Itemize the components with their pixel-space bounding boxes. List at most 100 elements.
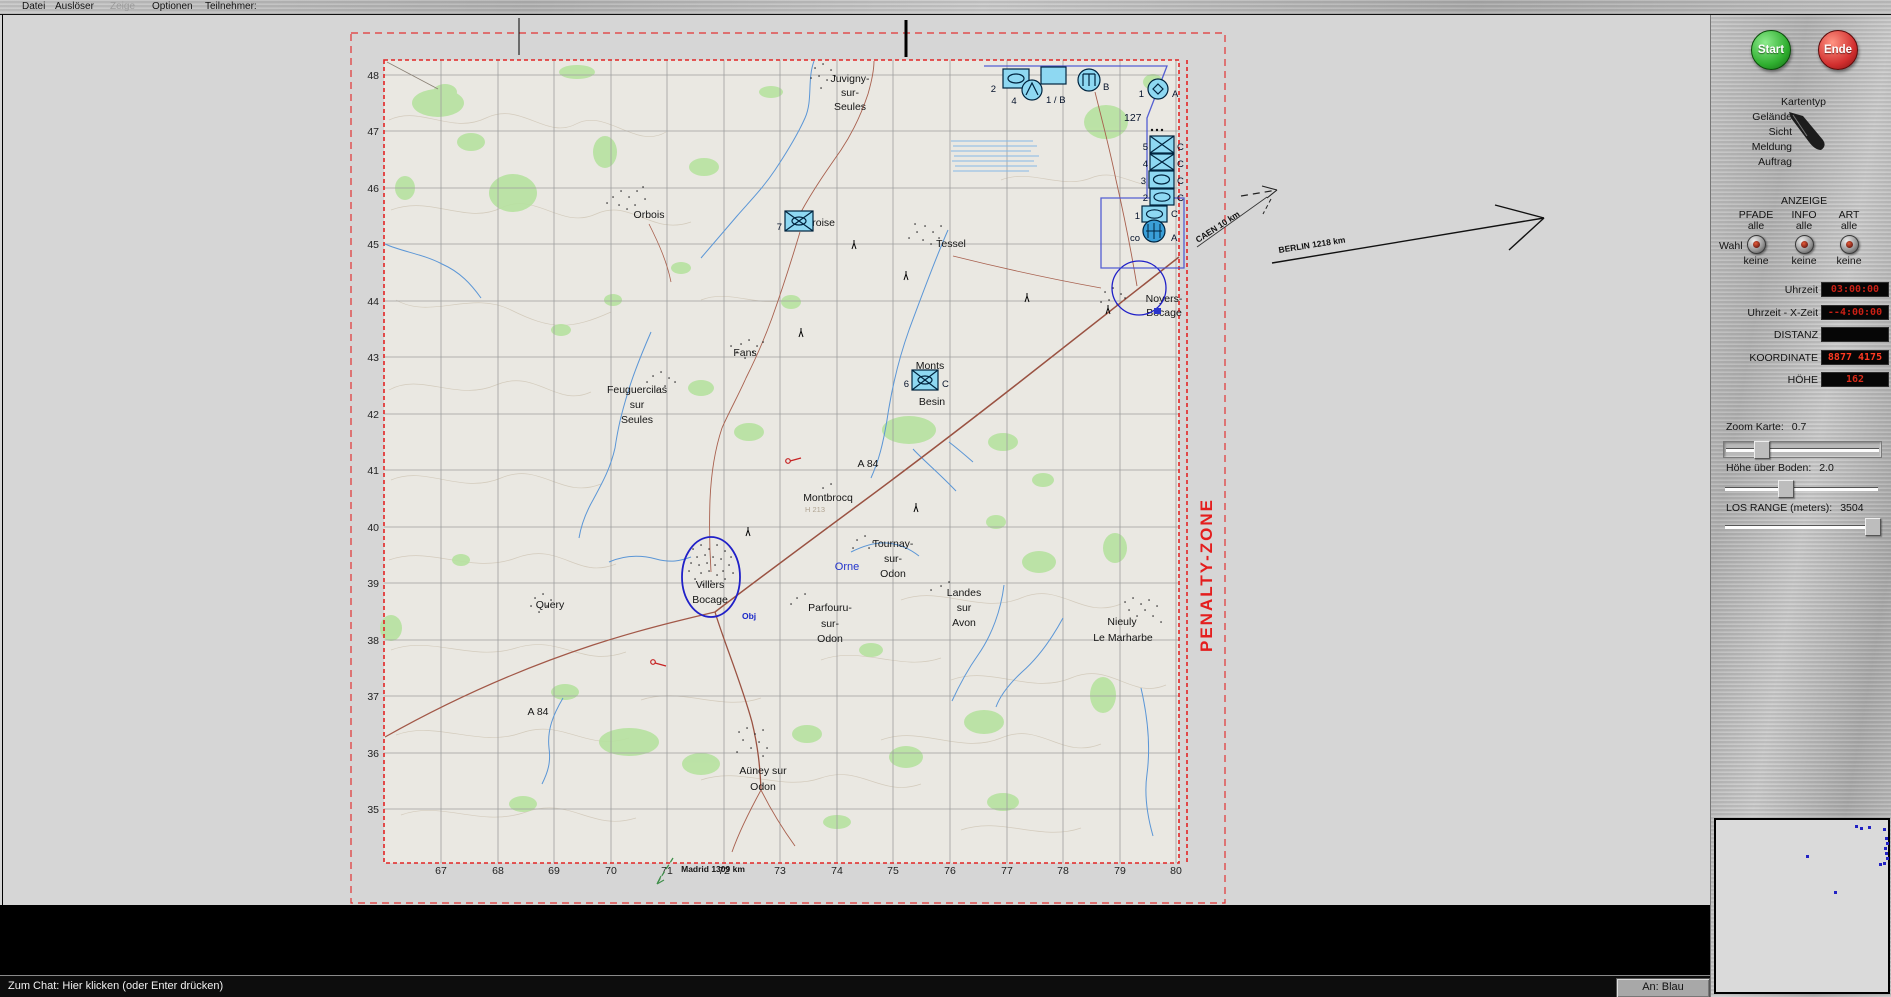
svg-text:43: 43 — [367, 352, 379, 364]
marsh-hatching — [951, 140, 1039, 172]
los-range-slider-thumb[interactable] — [1865, 518, 1881, 536]
info-knob[interactable] — [1794, 235, 1814, 254]
los-range-slider[interactable] — [1723, 518, 1881, 536]
art-knob[interactable] — [1839, 235, 1859, 254]
svg-text:1: 1 — [1135, 211, 1140, 222]
los-range-value: 3504 — [1840, 502, 1864, 514]
svg-text:36: 36 — [367, 748, 379, 760]
minimap-unit-dot — [1883, 862, 1886, 865]
svg-text:45: 45 — [367, 239, 379, 251]
app-window: Datei Auslöser Zeige Optionen Teilnehmer… — [0, 0, 1891, 997]
svg-text:A: A — [1172, 89, 1179, 100]
svg-text:CAEN 10 km: CAEN 10 km — [1194, 209, 1242, 245]
place-tessel: Tessel — [936, 238, 966, 250]
berlin-arrow: BERLIN 1218 km — [1271, 204, 1545, 264]
menu-ausloeser[interactable]: Auslöser — [55, 0, 94, 14]
minimap-unit-dot — [1884, 847, 1887, 850]
sidebar-option-auftrag[interactable]: Auftrag — [1758, 156, 1792, 168]
svg-text:77: 77 — [1001, 865, 1013, 877]
hoehe-boden-slider-thumb[interactable] — [1778, 480, 1794, 498]
map-work-area: PENALTY-ZONE 67 68 69 70 71 72 73 74 75 76 77… — [2, 15, 1711, 905]
hoehe-label: HÖHE — [1787, 374, 1818, 386]
knob-indicator-icon — [1752, 241, 1760, 248]
distanz-label: DISTANZ — [1773, 329, 1818, 341]
minimap-unit-dot — [1860, 827, 1863, 830]
svg-text:46: 46 — [367, 183, 379, 195]
svg-text:C: C — [942, 379, 949, 390]
overview-minimap[interactable] — [1714, 818, 1890, 994]
art-alle-label: alle — [1840, 220, 1858, 232]
svg-text:C: C — [1171, 209, 1178, 220]
control-sidebar: Start Ende Kartentyp Gelände Sicht Meldu… — [1710, 0, 1891, 997]
svg-text:78: 78 — [1057, 865, 1069, 877]
art-keine-label: keine — [1836, 255, 1862, 267]
svg-text:C: C — [1177, 176, 1184, 187]
caen-arrow: CAEN 10 km — [1194, 185, 1278, 248]
koordinate-label: KOORDINATE — [1749, 352, 1818, 364]
svg-text:35: 35 — [367, 804, 379, 816]
uhrzeit-xzeit-label: Uhrzeit - X-Zeit — [1747, 307, 1818, 319]
svg-text:75: 75 — [887, 865, 899, 877]
svg-text:68: 68 — [492, 865, 504, 877]
knob-indicator-icon — [1800, 241, 1808, 248]
scale-label-madrid: Madrid 1309 km — [681, 864, 745, 874]
distanz-value — [1821, 327, 1889, 342]
svg-text:2: 2 — [1143, 193, 1148, 204]
place-fans: Fans — [733, 347, 756, 359]
ende-button[interactable]: Ende — [1818, 30, 1858, 70]
zoom-karte-label: Zoom Karte: 0.7 — [1726, 421, 1807, 433]
chat-bar[interactable]: Zum Chat: Hier klicken (oder Enter drück… — [0, 975, 1710, 997]
svg-text:1: 1 — [1139, 89, 1144, 100]
penalty-zone-label: PENALTY-ZONE — [1197, 498, 1216, 652]
minimap-unit-dot — [1885, 837, 1888, 840]
menu-teilnehmer[interactable]: Teilnehmer: — [205, 0, 257, 14]
x-axis-ticks: 67 68 69 70 71 72 73 74 75 76 77 78 79 80 — [435, 865, 1182, 877]
zoom-karte-value: 0.7 — [1791, 421, 1807, 433]
svg-text:co: co — [1130, 233, 1140, 244]
bottom-black-band — [0, 905, 1710, 975]
svg-text:4: 4 — [1011, 96, 1016, 107]
svg-text:47: 47 — [367, 126, 379, 138]
svg-text:69: 69 — [548, 865, 560, 877]
hoehe-boden-value: 2.0 — [1819, 462, 1834, 474]
menu-bar: Datei Auslöser Zeige Optionen Teilnehmer… — [0, 0, 1891, 15]
road-label-a84-north: A 84 — [857, 458, 878, 470]
minimap-unit-dot — [1868, 826, 1871, 829]
slider-groove — [1726, 448, 1879, 452]
zoom-karte-slider[interactable] — [1723, 441, 1882, 459]
menu-datei[interactable]: Datei — [22, 0, 45, 14]
zoom-karte-slider-thumb[interactable] — [1754, 441, 1770, 459]
start-button[interactable]: Start — [1751, 30, 1791, 70]
svg-text:67: 67 — [435, 865, 447, 877]
y-axis-ticks: 48 47 46 45 44 43 42 41 40 39 38 37 36 35 — [367, 70, 379, 816]
koordinate-value: 8877 4175 — [1821, 350, 1889, 365]
objective-label: Obj — [742, 611, 756, 621]
svg-text:2: 2 — [991, 84, 996, 95]
hoehe-boden-slider[interactable] — [1723, 480, 1880, 498]
minimap-unit-dot — [1886, 842, 1889, 845]
minimap-unit-dot — [1886, 857, 1889, 860]
hoehe-boden-label: Höhe über Boden: 2.0 — [1726, 462, 1834, 474]
los-range-label: LOS RANGE (meters): 3504 — [1726, 502, 1864, 514]
place-besin: Besin — [919, 396, 945, 408]
svg-text:73: 73 — [774, 865, 786, 877]
svg-text:B: B — [1103, 82, 1109, 93]
kartentyp-title: Kartentyp — [1781, 96, 1826, 108]
svg-text:37: 37 — [367, 691, 379, 703]
chat-prompt[interactable]: Zum Chat: Hier klicken (oder Enter drück… — [8, 980, 223, 992]
menu-optionen[interactable]: Optionen — [152, 0, 193, 14]
svg-text:38: 38 — [367, 635, 379, 647]
svg-text:80: 80 — [1170, 865, 1182, 877]
uhrzeit-label: Uhrzeit — [1784, 284, 1818, 296]
place-montbrocq: Montbrocq — [803, 492, 853, 504]
pfade-knob[interactable] — [1746, 235, 1766, 254]
svg-text:79: 79 — [1114, 865, 1126, 877]
river-label-orne: Orne — [835, 561, 859, 573]
svg-text:44: 44 — [367, 296, 379, 308]
svg-text:A: A — [1171, 233, 1178, 244]
svg-text:42: 42 — [367, 409, 379, 421]
svg-text:70: 70 — [605, 865, 617, 877]
sidebar-option-meldung[interactable]: Meldung — [1752, 141, 1792, 153]
chat-recipient-button[interactable]: An: Blau — [1616, 978, 1710, 997]
tactical-map[interactable]: PENALTY-ZONE 67 68 69 70 71 72 73 74 75 76 77… — [3, 15, 1711, 905]
